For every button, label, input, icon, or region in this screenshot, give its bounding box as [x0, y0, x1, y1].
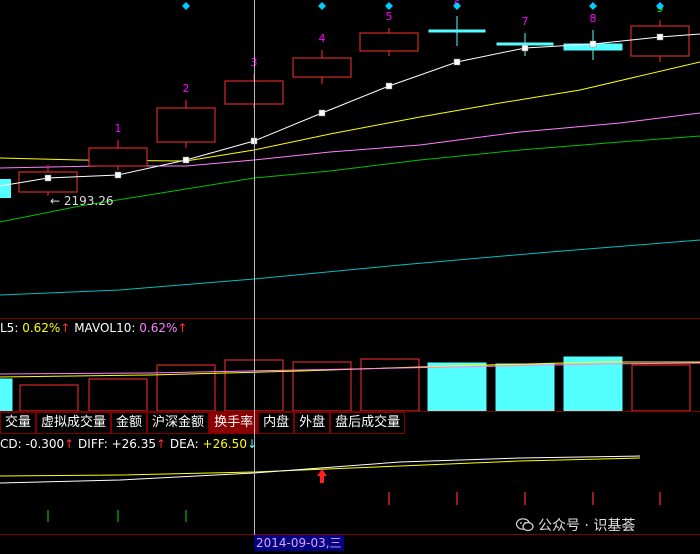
signal-diamond-icon — [318, 2, 326, 10]
ma-point — [521, 44, 529, 52]
volume-bar — [360, 358, 420, 411]
crosshair-date-label: 2014-09-03,三 — [254, 535, 344, 551]
tab-7[interactable]: 盘后成交量 — [330, 412, 406, 434]
candle-partial — [0, 179, 11, 198]
macd-header: CD: -0.300↑ DIFF: +26.35↑ DEA: +26.50↓ — [0, 437, 257, 451]
candle-count-label: 1 — [115, 122, 122, 135]
macd-header-part: +26.50 — [202, 437, 247, 451]
macd-header-part: CD: — [0, 437, 26, 451]
candle-body — [428, 29, 486, 33]
ma-point — [182, 156, 190, 164]
ma-point — [656, 33, 664, 41]
ma-cyan-line — [0, 239, 700, 296]
tab-2[interactable]: 金额 — [111, 412, 148, 434]
volume-header-part: ↑ — [177, 321, 188, 335]
macd-header-part: DIFF: — [74, 437, 112, 451]
macd-header-part: DEA: — [166, 437, 203, 451]
tab-0[interactable]: 交量 — [0, 412, 37, 434]
crosshair-vertical-line — [254, 0, 255, 535]
candle-body — [292, 57, 352, 78]
volume-bar — [427, 362, 487, 411]
signal-diamond-icon — [589, 2, 597, 10]
tab-5[interactable]: 内盘 — [258, 412, 295, 434]
signal-diamond-icon — [182, 2, 190, 10]
price-panel[interactable]: 123456789 ← 2193.26 — [0, 0, 700, 318]
macd-header-part: ↑ — [64, 437, 75, 451]
candle-body — [88, 147, 148, 167]
tab-4[interactable]: 换手率 — [209, 412, 259, 434]
candle-body — [156, 107, 216, 143]
watermark: 公众号 · 识基荟 — [516, 515, 635, 535]
watermark-text: 公众号 · 识基荟 — [538, 518, 636, 534]
price-chart[interactable]: 123456789 — [0, 0, 700, 318]
volume-bar — [495, 363, 555, 411]
macd-header-part: +26.35 — [111, 437, 156, 451]
candle-count-label: 8 — [590, 12, 597, 25]
volume-bar — [0, 378, 13, 411]
candle-count-label: 2 — [183, 82, 190, 95]
volume-bar — [631, 364, 691, 411]
macd-header-part: ↑ — [155, 437, 167, 451]
macd-header-part: -0.300 — [25, 437, 65, 451]
candle-count-label: 4 — [319, 32, 326, 45]
low-price-value: 2193.26 — [63, 194, 114, 208]
signal-diamond-icon — [385, 2, 393, 10]
ma-point — [318, 109, 326, 117]
volume-header: L5: 0.62%↑ MAVOL10: 0.62%↑ — [0, 321, 187, 335]
volume-header-part: 0.62% — [22, 321, 61, 335]
candle-count-label: 5 — [386, 10, 393, 23]
tab-3[interactable]: 沪深金额 — [147, 412, 210, 434]
volume-header-part: ↑ — [60, 321, 71, 335]
tab-6[interactable]: 外盘 — [294, 412, 331, 434]
volume-header-part: 0.62% — [139, 321, 178, 335]
ma-point — [44, 174, 52, 182]
candle-body — [496, 42, 554, 46]
candle-body — [630, 25, 690, 57]
wechat-icon — [516, 518, 534, 532]
up-arrow-icon — [317, 469, 327, 483]
volume-bar — [88, 378, 148, 411]
volume-panel[interactable]: L5: 0.62%↑ MAVOL10: 0.62%↑ — [0, 319, 700, 411]
ma-point — [385, 82, 393, 90]
volume-bar — [563, 356, 623, 411]
macd-header-part: ↓ — [246, 437, 258, 451]
ma-point — [589, 40, 597, 48]
low-price-marker: ← 2193.26 — [50, 194, 114, 208]
volume-bar — [19, 384, 79, 411]
volume-header-part: MAVOL10: — [70, 321, 140, 335]
tab-1[interactable]: 虚拟成交量 — [36, 412, 112, 434]
ma-point — [453, 58, 461, 66]
ma-point — [114, 171, 122, 179]
candle-count-label: 7 — [522, 15, 529, 28]
indicator-tabs: 交量 虚拟成交量 金额 沪深金额 换手率 内盘 外盘 盘后成交量 — [0, 412, 406, 434]
candle-body — [359, 32, 419, 52]
volume-header-part: L5: — [0, 321, 23, 335]
